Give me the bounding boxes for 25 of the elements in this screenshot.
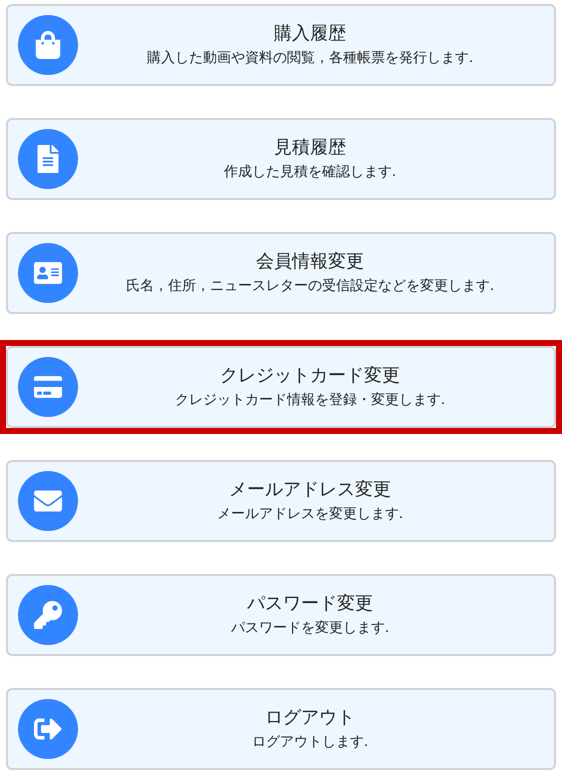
id-card-icon [34, 259, 62, 287]
card-description: ログアウトします. [252, 735, 368, 749]
card-title: メールアドレス変更 [229, 481, 391, 499]
card-title: 購入履歴 [274, 25, 346, 43]
credit-card-icon [34, 373, 62, 401]
menu-card[interactable]: メールアドレス変更 メールアドレスを変更します. [6, 460, 556, 542]
shopping-bag-icon [34, 31, 62, 59]
card-title: 見積履歴 [274, 139, 346, 157]
card-description: パスワードを変更します. [230, 621, 390, 635]
menu-card[interactable]: ログアウト ログアウトします. [6, 688, 556, 770]
menu-card[interactable]: 見積履歴 作成した見積を確認します. [6, 118, 556, 200]
card-description: 氏名，住所，ニュースレターの受信設定などを変更します. [126, 279, 494, 293]
menu-card[interactable]: クレジットカード変更 クレジットカード情報を登録・変更します. [6, 346, 556, 428]
menu-card[interactable]: パスワード変更 パスワードを変更します. [6, 574, 556, 656]
card-title: パスワード変更 [247, 595, 373, 613]
card-description: 購入した動画や資料の閲覧，各種帳票を発行します. [146, 51, 474, 65]
card-description: 作成した見積を確認します. [224, 165, 396, 179]
card-description: メールアドレスを変更します. [216, 507, 404, 521]
key-icon [34, 601, 62, 629]
card-title: ログアウト [265, 709, 355, 727]
card-title: 会員情報変更 [256, 253, 364, 271]
menu-card[interactable]: 購入履歴 購入した動画や資料の閲覧，各種帳票を発行します. [6, 4, 556, 86]
menu-card[interactable]: 会員情報変更 氏名，住所，ニュースレターの受信設定などを変更します. [6, 232, 556, 314]
card-description: クレジットカード情報を登録・変更します. [174, 393, 446, 407]
card-title: クレジットカード変更 [220, 367, 400, 385]
